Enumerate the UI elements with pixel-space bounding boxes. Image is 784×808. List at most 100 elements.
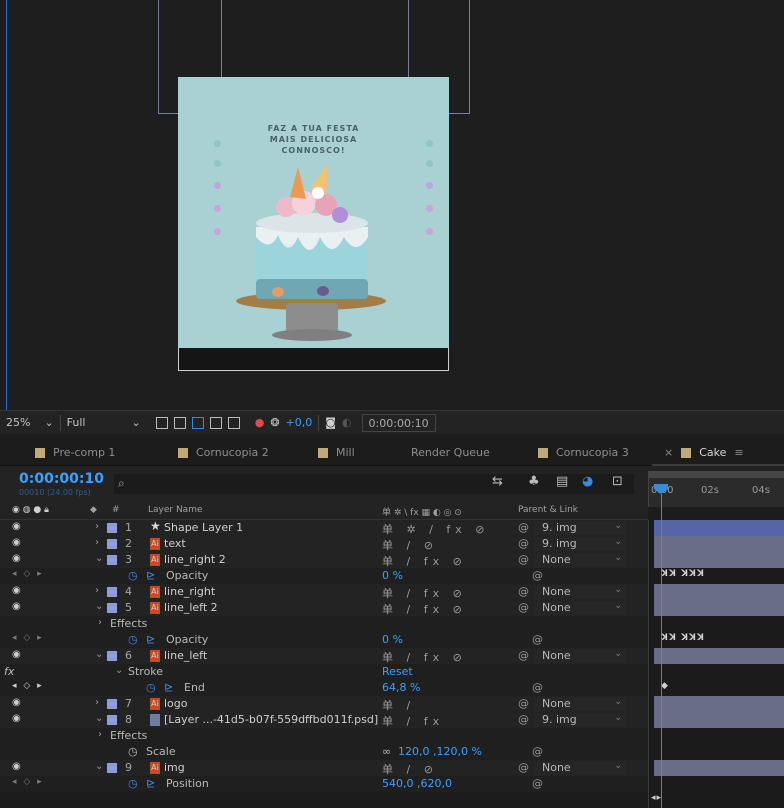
keyframes-opacity-3[interactable]: ꓘꓘ ꓘꓘꓘ (661, 569, 705, 579)
panel-menu-icon[interactable]: ≡ (734, 446, 743, 459)
graph-icon[interactable]: ⊵ (164, 681, 173, 694)
twirl-icon[interactable]: › (95, 537, 99, 548)
layer-name[interactable]: line_left (164, 649, 207, 662)
property-row-end[interactable]: ◂ ◇ ▸ ◷ ⊵ End 64,8 % @ (0, 680, 648, 696)
comp-mini-flowchart-icon[interactable]: ⇆ (492, 474, 503, 489)
twirl-icon[interactable]: ⌄ (95, 649, 103, 660)
pick-whip-icon[interactable]: @ (518, 697, 529, 710)
eye-icon[interactable]: ◉ (12, 521, 21, 532)
mask-visibility-icon[interactable] (209, 416, 222, 429)
keyframe-navigator[interactable]: ◂ ◇ ▸ (12, 777, 44, 787)
keyframe-navigator[interactable]: ◂ ◇ ▸ (12, 569, 44, 579)
property-row-position[interactable]: ◂ ◇ ▸ ◷ ⊵ Position 540,0 ,620,0 @ (0, 776, 648, 792)
keyframe-end[interactable]: ◆ (661, 681, 669, 691)
label-color-swatch[interactable] (107, 651, 117, 661)
twirl-icon[interactable]: ⌄ (95, 761, 103, 772)
twirl-icon[interactable]: › (95, 521, 99, 532)
keyframe-navigator[interactable]: ◂ ◇ ▸ (12, 681, 44, 691)
color-channels-icon[interactable]: ● (255, 416, 265, 429)
layer-switches[interactable]: 单 / ⊘ (382, 761, 438, 777)
exposure-value[interactable]: +0,0 (286, 416, 313, 429)
guides-icon[interactable] (191, 416, 204, 429)
layer-bar-5[interactable] (654, 600, 784, 616)
layer-name-header[interactable]: Layer Name (148, 505, 203, 515)
keyframes-opacity-5[interactable]: ꓘꓘ ꓘꓘꓘ (661, 633, 705, 643)
layer-row-1[interactable]: ◉ › 1 ★ Shape Layer 1 单 ✲ / fx ⊘ @ 9. im… (0, 520, 648, 536)
layer-switches[interactable]: 单 / fx (382, 713, 444, 729)
layer-name[interactable]: text (164, 537, 186, 550)
transparency-grid-icon[interactable] (173, 416, 186, 429)
layer-switches[interactable]: 单 / fx ⊘ (382, 553, 467, 569)
pick-whip-icon[interactable]: @ (518, 713, 529, 726)
pick-whip-icon[interactable]: @ (518, 601, 529, 614)
effects-group-row[interactable]: › Effects (0, 728, 648, 744)
graph-icon[interactable]: ⊵ (146, 569, 155, 582)
twirl-icon[interactable]: ⌄ (95, 601, 103, 612)
frame-blending-icon[interactable]: ▤ (556, 474, 568, 489)
zoom-dropdown[interactable]: 25% ⌄ (0, 411, 60, 435)
stopwatch-icon[interactable]: ◷ (146, 681, 156, 694)
time-ruler[interactable]: 0:00 02s 04s (648, 471, 784, 507)
eye-icon[interactable]: ◉ (12, 601, 21, 612)
expression-pick-whip-icon[interactable]: @ (532, 745, 543, 758)
layer-row-6[interactable]: ◉ ⌄ 6 Ai line_left 单 / fx ⊘ @ None ⌄ (0, 648, 648, 664)
property-row-opacity[interactable]: ◂ ◇ ▸ ◷ ⊵ Opacity 0 % @ (0, 568, 648, 584)
resolution-dropdown[interactable]: Full ⌄ (61, 411, 147, 435)
twirl-icon[interactable]: › (95, 585, 99, 596)
label-color-swatch[interactable] (107, 523, 117, 533)
current-time-field[interactable]: 0:00:00:10 (361, 413, 436, 432)
stopwatch-icon[interactable]: ◷ (128, 777, 138, 790)
keyframe-navigator[interactable]: ◂ ◇ ▸ (12, 633, 44, 643)
layer-switches[interactable]: 单 / fx ⊘ (382, 601, 467, 617)
pick-whip-icon[interactable]: @ (518, 649, 529, 662)
parent-dropdown[interactable]: None ⌄ (534, 649, 626, 663)
layer-name[interactable]: line_right 2 (164, 553, 226, 566)
eye-icon[interactable]: ◉ (12, 585, 21, 596)
label-color-swatch[interactable] (107, 555, 117, 565)
stopwatch-icon[interactable]: ◷ (128, 569, 138, 582)
graph-icon[interactable]: ⊵ (146, 777, 155, 790)
layer-name[interactable]: img (164, 761, 185, 774)
camera-icon[interactable]: ◙ (325, 416, 336, 429)
layer-bar-1[interactable] (654, 520, 784, 536)
layer-row-8[interactable]: ◉ ⌄ 8 [Layer ...-41d5-b07f-559dffbd011f.… (0, 712, 648, 728)
twirl-icon[interactable]: › (95, 697, 99, 708)
layer-name[interactable]: line_right (164, 585, 215, 598)
tab-pre-comp-1[interactable]: Pre-comp 1 (35, 440, 115, 466)
layer-row-4[interactable]: ◉ › 4 Ai line_right 单 / fx ⊘ @ None ⌄ (0, 584, 648, 600)
composition-viewer[interactable]: FAZ A TUA FESTA MAIS DELICIOSA CONNOSCO! (0, 0, 784, 410)
graph-editor-icon[interactable]: ⊡ (612, 474, 623, 489)
current-timecode[interactable]: 0:00:00:10 (19, 471, 104, 487)
layer-row-9[interactable]: ◉ ⌄ 9 Ai img 单 / ⊘ @ None ⌄ (0, 760, 648, 776)
effects-group-row[interactable]: › Effects (0, 616, 648, 632)
layer-bar-7[interactable] (654, 696, 784, 712)
tab-cake[interactable]: × Cake ≡ (664, 440, 744, 466)
twirl-icon[interactable]: ⌄ (115, 665, 123, 676)
effect-row-stroke[interactable]: fx ⌄ Stroke Reset (0, 664, 648, 680)
expression-pick-whip-icon[interactable]: @ (532, 777, 543, 790)
twirl-icon[interactable]: › (98, 729, 102, 740)
playhead-line[interactable] (661, 494, 662, 808)
composition-canvas[interactable]: FAZ A TUA FESTA MAIS DELICIOSA CONNOSCO! (178, 77, 449, 371)
label-color-swatch[interactable] (107, 763, 117, 773)
eye-icon[interactable]: ◉ (12, 761, 21, 772)
motion-blur-icon[interactable]: ◕ (582, 474, 593, 489)
pick-whip-icon[interactable]: @ (518, 537, 529, 550)
timeline-track-area[interactable]: ꓘꓘ ꓘꓘꓘ ꓘꓘ ꓘꓘꓘ ◆ ◂▸ (648, 520, 784, 808)
layer-bar-8[interactable] (654, 712, 784, 728)
eye-icon[interactable]: ◉ (12, 553, 21, 564)
parent-dropdown[interactable]: None ⌄ (534, 761, 626, 775)
region-of-interest-icon[interactable] (155, 416, 168, 429)
color-management-icon[interactable]: ❂ (270, 416, 279, 429)
parent-dropdown[interactable]: 9. img ⌄ (534, 521, 626, 535)
layer-switches[interactable]: 单 / ⊘ (382, 537, 438, 553)
show-snapshot-icon[interactable]: ◐ (342, 416, 352, 429)
expression-pick-whip-icon[interactable]: @ (532, 633, 543, 646)
layer-bar-3[interactable] (654, 552, 784, 568)
property-row-scale[interactable]: ◷ Scale ∞ 120,0 ,120,0 % @ (0, 744, 648, 760)
label-color-swatch[interactable] (107, 715, 117, 725)
layer-switches[interactable]: 单 / fx ⊘ (382, 649, 467, 665)
layer-name[interactable]: line_left 2 (164, 601, 218, 614)
parent-dropdown[interactable]: None ⌄ (534, 601, 626, 615)
grid-icon[interactable] (227, 416, 240, 429)
